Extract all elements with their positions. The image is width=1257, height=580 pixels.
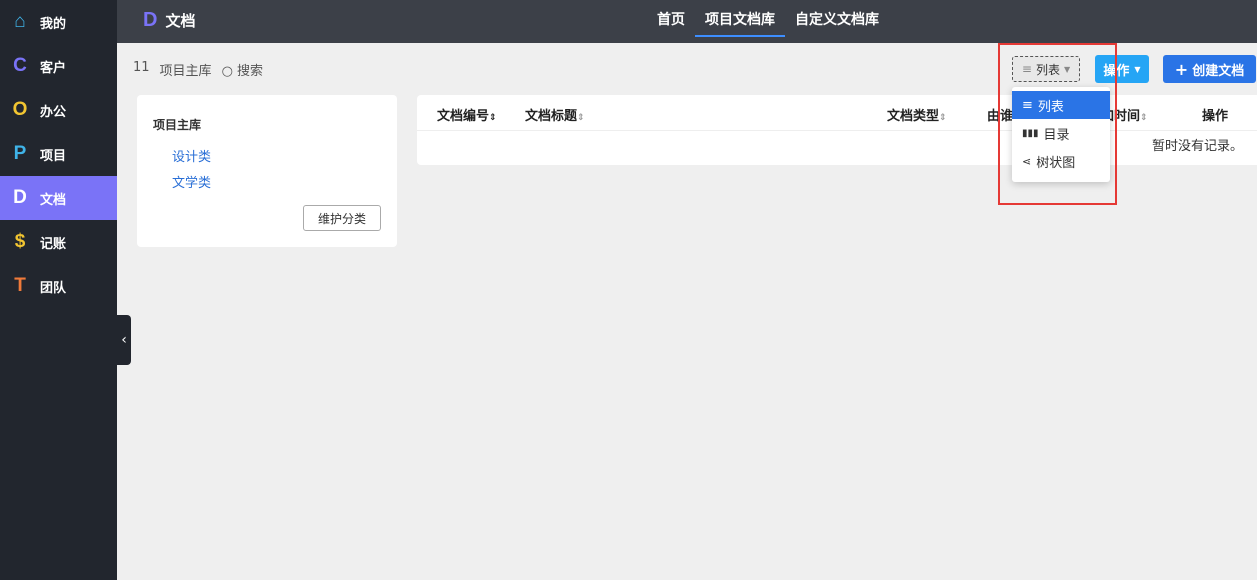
tab-custom-library[interactable]: 自定义文档库 bbox=[785, 0, 889, 43]
sidebar-item-label: 团队 bbox=[40, 280, 67, 296]
create-doc-button[interactable]: + 创建文档 bbox=[1163, 55, 1256, 83]
tab-home[interactable]: 首页 bbox=[647, 0, 695, 43]
docs-logo-icon: D bbox=[143, 9, 158, 31]
highlight-box bbox=[998, 43, 1117, 205]
col-actions: 操作 bbox=[1202, 109, 1229, 124]
panel-title: 项目主库 bbox=[153, 118, 202, 132]
sidebar-item[interactable]: ⌂ 我的 bbox=[0, 0, 117, 44]
home-icon: ⌂ bbox=[14, 11, 26, 32]
o-icon: O bbox=[12, 99, 28, 120]
app-title: 文档 bbox=[165, 12, 196, 30]
create-doc-label: 创建文档 bbox=[1192, 63, 1245, 79]
empty-message: 暂时没有记录。 bbox=[1151, 139, 1243, 154]
app-brand: D 文档 bbox=[143, 9, 195, 32]
collapse-sidebar-button[interactable]: ‹ bbox=[117, 315, 131, 365]
sidebar-item-label: 记账 bbox=[40, 236, 67, 252]
sidebar-item-label: 客户 bbox=[40, 60, 67, 76]
p-icon: P bbox=[13, 143, 27, 164]
sidebar-item-label: 办公 bbox=[40, 104, 67, 120]
dollar-icon: $ bbox=[14, 231, 26, 252]
sort-icon: ⇕ bbox=[1140, 113, 1148, 123]
search-button[interactable]: ○ 搜索 bbox=[222, 60, 264, 79]
sidebar-item[interactable]: T 团队 bbox=[0, 264, 117, 308]
t-icon: T bbox=[14, 275, 26, 296]
sidebar-item[interactable]: C 客户 bbox=[0, 44, 117, 88]
sort-icon: ⇕ bbox=[939, 113, 947, 123]
sidebar: ⌂ 我的 C 客户 O 办公 P 项目 D 文档 $ 记账 T 团队 bbox=[0, 0, 117, 580]
c-icon: C bbox=[13, 55, 27, 76]
sidebar-item[interactable]: $ 记账 bbox=[0, 220, 117, 264]
caret-down-icon: ▼ bbox=[1134, 64, 1141, 74]
col-doc-type[interactable]: 文档类型⇕ bbox=[887, 105, 947, 124]
category-link[interactable]: 文学类 bbox=[172, 172, 211, 191]
sort-icon: ⇕ bbox=[489, 113, 497, 123]
sort-icon: ⇕ bbox=[577, 113, 585, 123]
col-doc-title[interactable]: 文档标题⇕ bbox=[525, 105, 585, 124]
category-panel: 项目主库 设计类 文学类 维护分类 bbox=[137, 95, 397, 247]
plus-icon: + bbox=[1174, 59, 1189, 79]
search-icon: ○ bbox=[221, 64, 233, 79]
d-icon: D bbox=[13, 187, 27, 208]
top-bar: D 文档 首页 项目文档库 自定义文档库 bbox=[117, 0, 1257, 43]
sidebar-item-label: 文档 bbox=[40, 192, 67, 208]
sidebar-item[interactable]: D 文档 bbox=[0, 176, 117, 220]
sidebar-item-label: 我的 bbox=[40, 16, 67, 32]
col-label: 文档标题 bbox=[525, 109, 578, 124]
col-doc-id[interactable]: 文档编号⇕ bbox=[437, 105, 497, 124]
doc-count: 11 bbox=[133, 60, 150, 75]
sidebar-item[interactable]: O 办公 bbox=[0, 88, 117, 132]
tab-project-library[interactable]: 项目文档库 bbox=[695, 0, 785, 37]
sidebar-item-label: 项目 bbox=[40, 148, 67, 164]
maintain-categories-button[interactable]: 维护分类 bbox=[303, 205, 381, 231]
divider bbox=[417, 130, 1257, 131]
search-label: 搜索 bbox=[237, 64, 264, 79]
category-link[interactable]: 设计类 bbox=[172, 146, 211, 165]
col-label: 文档编号 bbox=[437, 109, 490, 124]
library-name[interactable]: 项目主库 bbox=[160, 60, 212, 79]
sidebar-item[interactable]: P 项目 bbox=[0, 132, 117, 176]
col-label: 文档类型 bbox=[887, 109, 940, 124]
documents-table: 文档编号⇕ 文档标题⇕ 文档类型⇕ 由谁添加 添加时间⇕ 操作 暂时没有记录。 bbox=[417, 95, 1257, 165]
breadcrumb: 11 项目主库 ○ 搜索 bbox=[133, 60, 263, 79]
